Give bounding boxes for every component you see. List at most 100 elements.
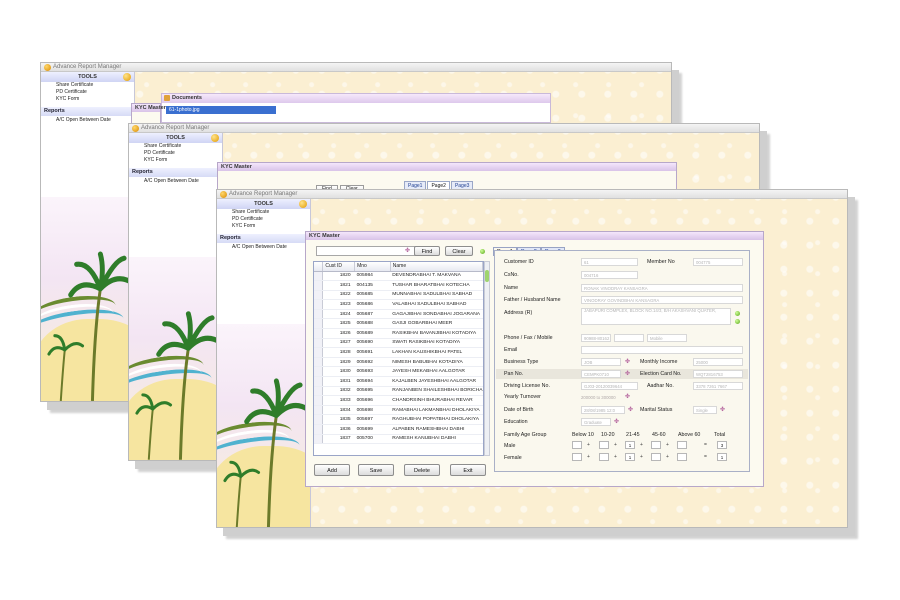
delete-button[interactable]: Delete — [404, 464, 440, 476]
tool-item-share-certificate[interactable]: Share Certificate — [41, 82, 134, 89]
table-row[interactable]: 1836 005699 ALPABEN RAMESHBHAI DABHI — [314, 424, 483, 435]
dob-field[interactable]: 28/08/1985 12:0 — [581, 406, 625, 414]
row-selector[interactable] — [314, 309, 324, 320]
row-selector[interactable] — [314, 271, 324, 282]
address-up-icon[interactable] — [735, 311, 740, 316]
address-field[interactable]: JABAPURI COMPLEX, BLOCK NO.14/3, B/H AKA… — [581, 308, 731, 325]
find-button[interactable]: Find — [414, 246, 440, 256]
exit-button[interactable]: Exit — [450, 464, 486, 476]
row-selector[interactable] — [314, 328, 324, 339]
mobile-field[interactable]: Mobile — [647, 334, 687, 342]
table-row[interactable]: 1833 005696 CHANDRSINH BHURABHAI REVAR — [314, 395, 483, 406]
tool-item-kyc-form[interactable]: KYC Form — [217, 223, 310, 230]
aadhar-field[interactable]: 3378 7261 7667 — [693, 382, 743, 390]
female-count-5[interactable]: 1 — [717, 453, 727, 461]
table-row[interactable]: 1820 005984 DEVENDRABHAI T. MAKVANA — [314, 271, 483, 282]
row-selector[interactable] — [314, 338, 324, 349]
add-button[interactable]: Add — [314, 464, 350, 476]
member-no-field[interactable]: 004775 — [693, 258, 743, 266]
save-button[interactable]: Save — [358, 464, 394, 476]
table-row[interactable]: 1830 005693 JAYESH MEKABHAI AALGOTAR — [314, 366, 483, 378]
row-selector[interactable] — [314, 414, 324, 425]
tool-item-pd-certificate[interactable]: PD Certificate — [217, 216, 310, 223]
election-card-field[interactable]: WQT2816753 — [693, 370, 743, 378]
report-item-ac-open[interactable]: A/C Open Between Date — [129, 177, 222, 186]
row-selector[interactable] — [314, 386, 324, 397]
document-file-item[interactable]: 61-1photo.jpg — [166, 106, 276, 114]
row-selector[interactable] — [314, 290, 324, 301]
email-field[interactable] — [581, 346, 743, 354]
table-row[interactable]: 1837 005700 RAMESH KANUBHAI DABHI — [314, 434, 483, 445]
clear-button[interactable]: Clear — [445, 246, 473, 256]
female-count-2[interactable]: 1 — [625, 453, 635, 461]
row-selector[interactable] — [314, 434, 324, 445]
education-pin-icon[interactable]: ✤ — [614, 419, 620, 425]
table-row[interactable]: 1826 005689 RASIKBHAI BAVANJIBHAI KOTADIYA — [314, 328, 483, 339]
search-pin-icon[interactable]: ✤ — [405, 248, 411, 254]
column-header-cust-id[interactable]: Cust ID — [322, 262, 356, 272]
customer-grid[interactable]: Cust ID Mno Name 1820 005984 DEVENDRABHAI … — [313, 261, 484, 456]
female-count-4[interactable] — [677, 453, 687, 461]
male-count-2[interactable]: 1 — [625, 441, 635, 449]
pan-field[interactable]: CEMPK0710 — [581, 370, 621, 378]
monthly-income-field[interactable]: 25000 — [693, 358, 743, 366]
row-selector[interactable] — [314, 280, 324, 291]
tools-header[interactable]: TOOLS — [129, 133, 222, 143]
tools-header[interactable]: TOOLS — [217, 199, 310, 209]
tool-item-kyc-form[interactable]: KYC Form — [129, 157, 222, 164]
row-selector[interactable] — [314, 395, 324, 406]
female-count-3[interactable] — [651, 453, 661, 461]
reports-header[interactable]: Reports — [217, 234, 310, 243]
reports-header[interactable]: Reports — [41, 107, 134, 116]
name-field[interactable]: RONAK VINODRAY KANSAGRA — [581, 284, 743, 292]
education-field[interactable]: Graduate — [581, 418, 611, 426]
address-down-icon[interactable] — [735, 319, 740, 324]
male-count-3[interactable] — [651, 441, 661, 449]
column-header-name[interactable]: Name — [390, 262, 483, 272]
customer-id-field[interactable]: 61 — [581, 258, 638, 266]
column-header-mno[interactable]: Mno — [354, 262, 391, 272]
grid-scrollbar[interactable] — [484, 261, 490, 456]
tool-item-share-certificate[interactable]: Share Certificate — [217, 209, 310, 216]
reports-header[interactable]: Reports — [129, 168, 222, 177]
tool-item-share-certificate[interactable]: Share Certificate — [129, 143, 222, 150]
female-count-0[interactable] — [572, 453, 582, 461]
row-selector[interactable] — [314, 376, 324, 387]
male-count-0[interactable] — [572, 441, 582, 449]
collapse-icon[interactable] — [211, 134, 219, 142]
csno-field[interactable]: 004716 — [581, 271, 638, 279]
collapse-icon[interactable] — [299, 200, 307, 208]
table-row[interactable]: 1824 005687 GAGAJIBHAI SONDABHAI JOGARANA — [314, 309, 483, 320]
row-selector[interactable] — [314, 357, 324, 368]
table-row[interactable]: 1822 005685 MUNNABHAI SADULBHAI SABHAD — [314, 290, 483, 301]
row-selector[interactable] — [314, 366, 324, 378]
tool-item-pd-certificate[interactable]: PD Certificate — [41, 89, 134, 96]
phone-field[interactable]: 90988-80162 — [581, 334, 611, 342]
table-row[interactable]: 1832 005695 RANJANBEN SHAILESHBHAI BORICHA — [314, 386, 483, 397]
report-item-ac-open[interactable]: A/C Open Between Date — [41, 116, 134, 125]
tools-header[interactable]: TOOLS — [41, 72, 134, 82]
business-type-field[interactable]: JOB — [581, 358, 621, 366]
table-row[interactable]: 1834 005698 RAMABHAI LAKMANBHAI DHOLAKIYA — [314, 405, 483, 416]
dob-pin-icon[interactable]: ✤ — [628, 407, 634, 413]
table-row[interactable]: 1823 005686 VALABHAI SADULBHAI SABHAD — [314, 299, 483, 310]
father-name-field[interactable]: VINODRAY GOVINDBHAI KANSAGRA — [581, 296, 743, 304]
table-row[interactable]: 1829 005692 NIMESH BABUBHAI KOTADIYA — [314, 357, 483, 368]
marital-status-field[interactable]: Single — [693, 406, 717, 414]
row-selector[interactable] — [314, 424, 324, 435]
turnover-pin-icon[interactable]: ✤ — [625, 394, 631, 400]
table-row[interactable]: 1828 005691 LAKHAN KAUSHIKBHAI PATEL — [314, 347, 483, 358]
business-type-pin-icon[interactable]: ✤ — [625, 359, 631, 365]
male-count-1[interactable] — [599, 441, 609, 449]
fax-field[interactable] — [614, 334, 644, 342]
scrollbar-thumb[interactable] — [485, 270, 489, 282]
table-row[interactable]: 1835 005697 RAGHUBHAI POPATBHAI DHOLAKIYA — [314, 414, 483, 425]
female-count-1[interactable] — [599, 453, 609, 461]
marital-pin-icon[interactable]: ✤ — [720, 407, 726, 413]
tool-item-kyc-form[interactable]: KYC Form — [41, 96, 134, 103]
row-selector[interactable] — [314, 347, 324, 358]
male-count-4[interactable] — [677, 441, 687, 449]
table-row[interactable]: 1825 005688 GASJI GOBARBHAI MEER — [314, 318, 483, 330]
table-row[interactable]: 1827 005690 SWATI RASIKBHAI KOTADIYA — [314, 338, 483, 349]
table-row[interactable]: 1831 005694 KAJALBEN JAYESHBHAI AALGOTAR — [314, 376, 483, 387]
